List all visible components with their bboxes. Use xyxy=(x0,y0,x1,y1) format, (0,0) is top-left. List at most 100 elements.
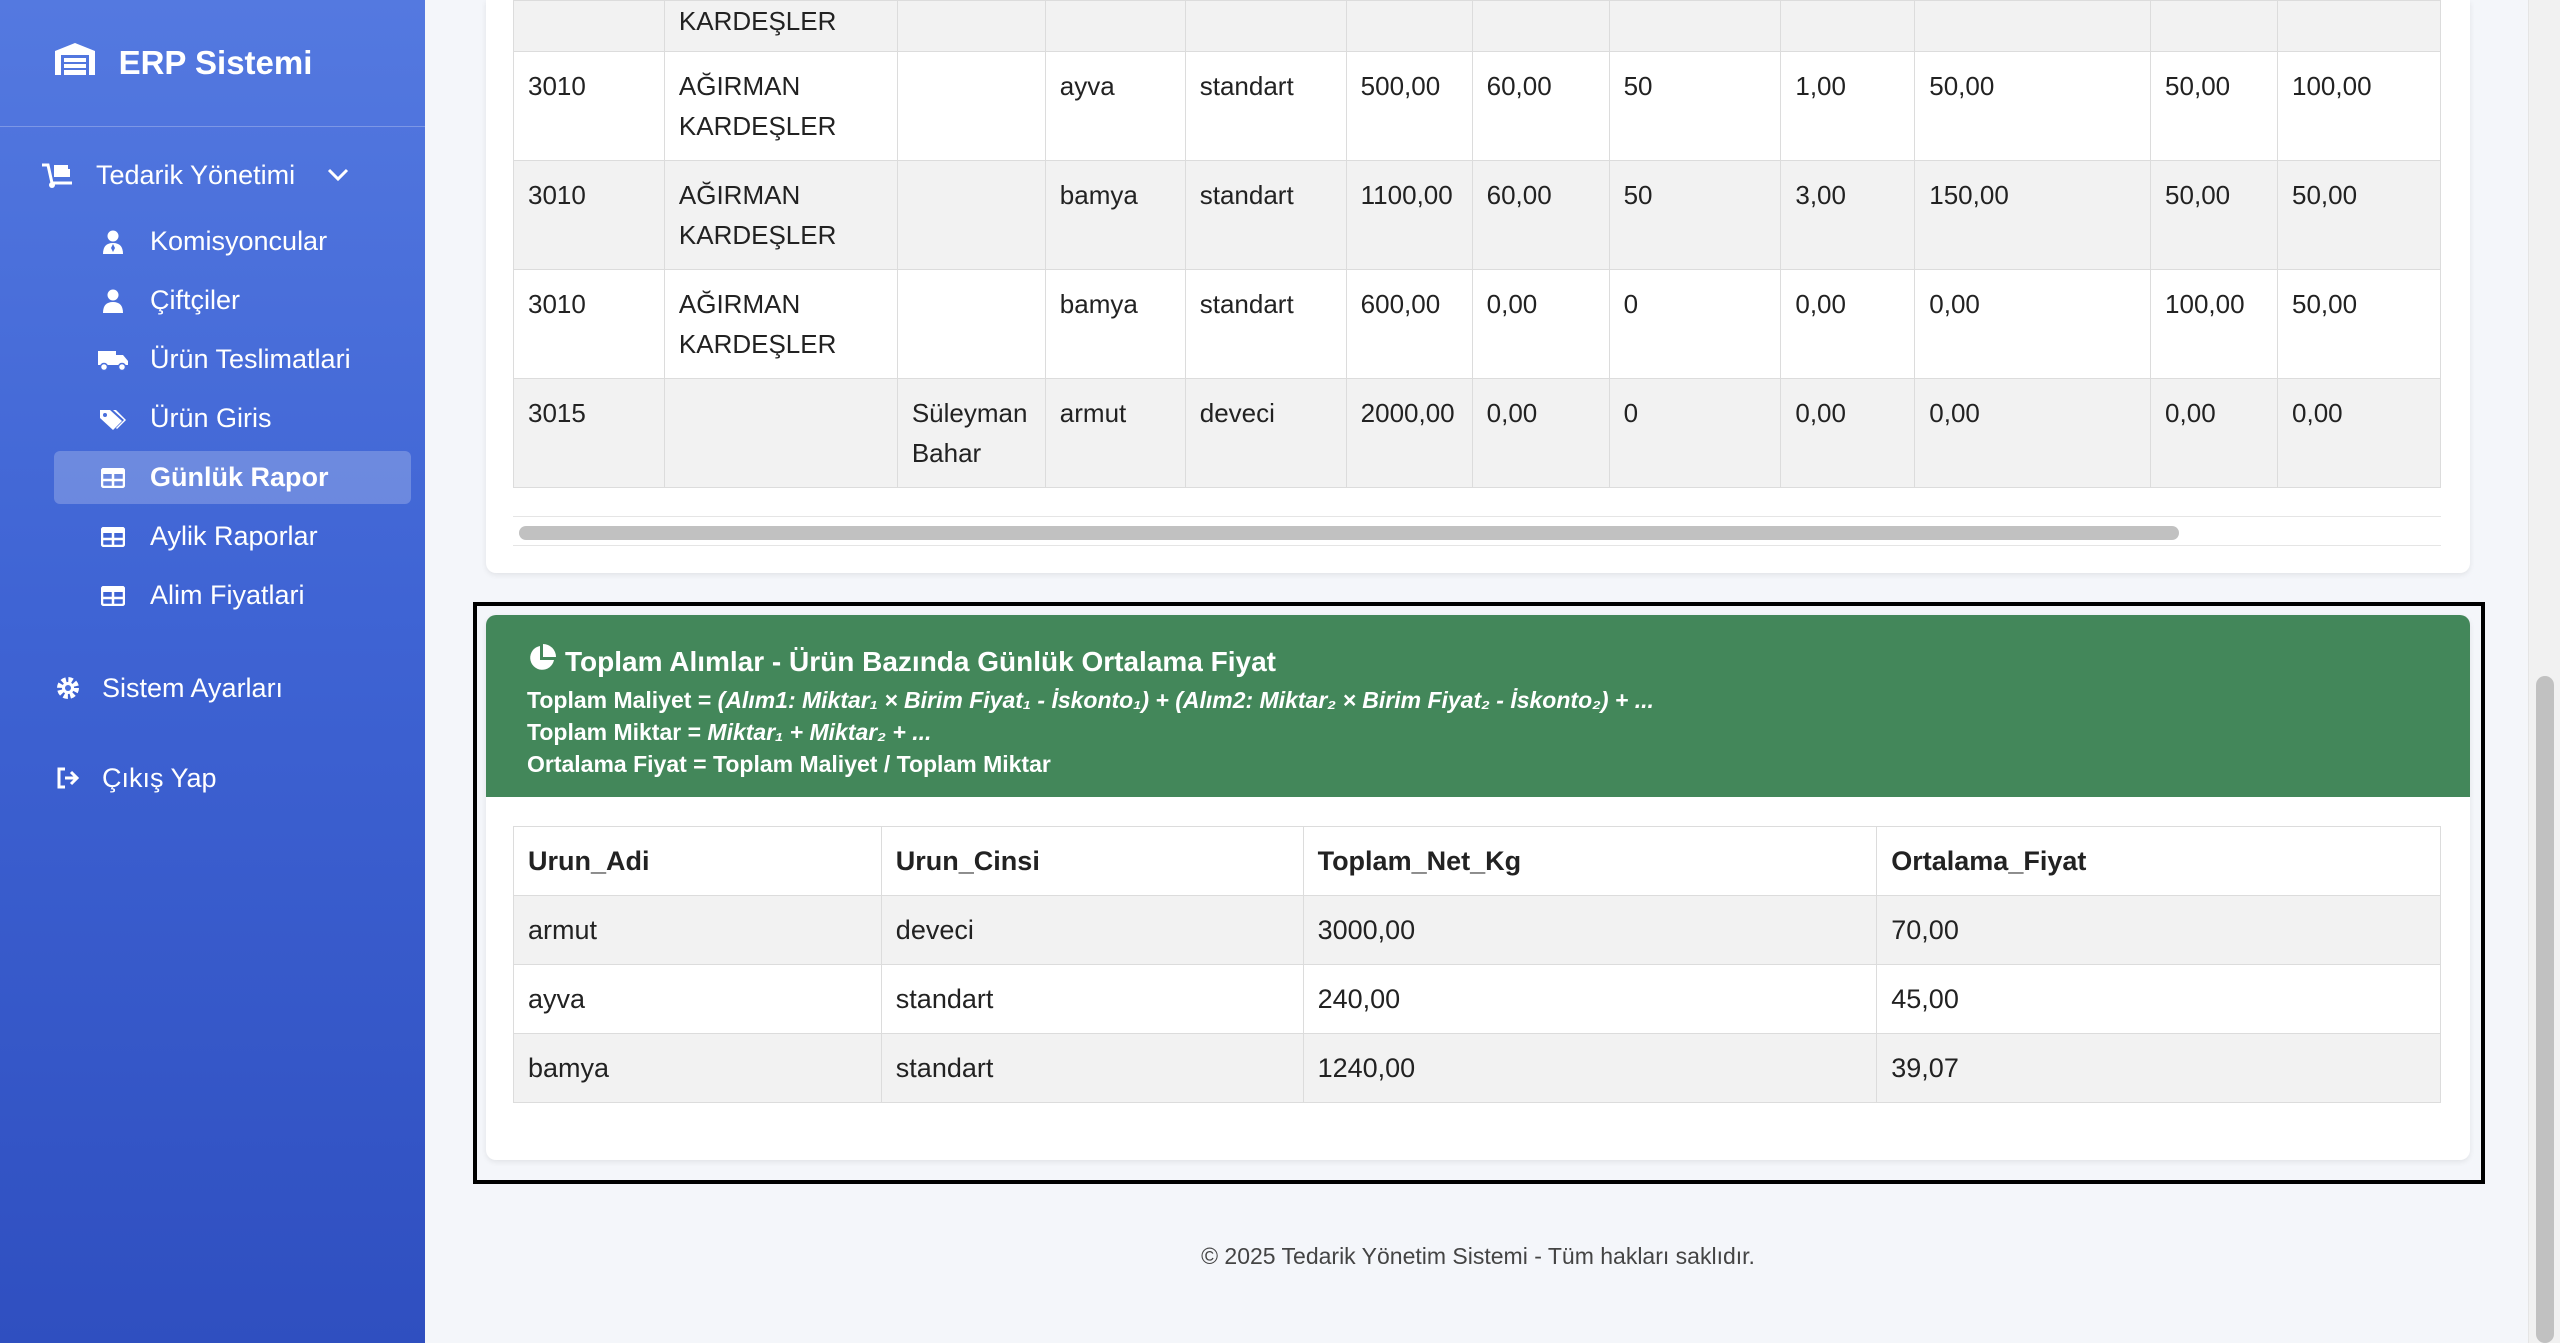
formula-line-3: Ortalama Fiyat = Toplam Maliyet / Toplam… xyxy=(527,751,1051,777)
table-cell: deveci xyxy=(880,895,1304,965)
table-cell: 150,00 xyxy=(1914,160,2152,270)
table-cell: 60,00 xyxy=(1471,51,1610,161)
table-cell: 50,00 xyxy=(2150,160,2279,270)
sidebar-item-label: Çıkış Yap xyxy=(102,762,217,793)
sidebar-submenu: Komisyoncular Çiftçiler Ürün Teslimatlar… xyxy=(0,215,425,622)
table-cell: 3010 xyxy=(513,160,665,270)
table-cell: AĞIRMAN KARDEŞLER xyxy=(663,160,898,270)
table-cell: 45,00 xyxy=(1876,964,2441,1034)
table-cell: standart xyxy=(1184,160,1347,270)
table-cell: 3,00 xyxy=(1780,160,1916,270)
table-cell: KARDEŞLER xyxy=(663,0,898,52)
table-cell: bamya xyxy=(513,1033,882,1103)
table-cell: 0,00 xyxy=(1780,378,1916,488)
detail-table: KARDEŞLER 3010 AĞIRMAN KARDEŞLER ayva standa… xyxy=(513,0,2441,488)
table-cell: 50 xyxy=(1608,51,1782,161)
sidebar-item-komisyoncular[interactable]: Komisyoncular xyxy=(54,215,411,268)
table-cell: 60,00 xyxy=(1471,160,1610,270)
column-header[interactable]: Urun_Cinsi xyxy=(880,826,1304,896)
table-cell: 50,00 xyxy=(2277,160,2441,270)
brand[interactable]: ERP Sistemi xyxy=(0,0,425,127)
column-header[interactable]: Ortalama_Fiyat xyxy=(1876,826,2441,896)
table-cell xyxy=(896,269,1046,379)
sidebar-item-cikis-yap[interactable]: Çıkış Yap xyxy=(0,748,425,808)
table-cell: 500,00 xyxy=(1345,51,1473,161)
table-cell xyxy=(1471,0,1610,52)
table-cell xyxy=(896,160,1046,270)
sidebar: ERP Sistemi Tedarik Yönetimi Komisyoncul… xyxy=(0,0,425,1343)
column-header[interactable]: Urun_Adi xyxy=(513,826,882,896)
table-cell xyxy=(896,0,1046,52)
table-cell: 240,00 xyxy=(1302,964,1878,1034)
table-cell: 50,00 xyxy=(1914,51,2152,161)
vertical-scrollbar-thumb[interactable] xyxy=(2536,676,2554,1343)
table-cell xyxy=(2277,0,2441,52)
sidebar-item-label: Komisyoncular xyxy=(150,226,328,256)
table-row: ayva standart 240,00 45,00 xyxy=(513,964,2441,1034)
table-cell: 0,00 xyxy=(1471,269,1610,379)
table-cell: 39,07 xyxy=(1876,1033,2441,1103)
table-cell: 0 xyxy=(1608,378,1782,488)
table-cell: armut xyxy=(1044,378,1186,488)
sidebar-item-aylik-raporlar[interactable]: Aylik Raporlar xyxy=(54,510,411,563)
formula-line-1: Toplam Maliyet = (Alım1: Miktar₁ × Birim… xyxy=(527,687,1654,713)
table-row: bamya standart 1240,00 39,07 xyxy=(513,1033,2441,1103)
table-row: 3015 Süleyman Bahar armut deveci 2000,00 0,00… xyxy=(513,378,2441,488)
table-cell: 3010 xyxy=(513,269,665,379)
table-cell xyxy=(1184,0,1347,52)
table-cell: ayva xyxy=(1044,51,1186,161)
warehouse-icon xyxy=(53,41,97,85)
chevron-down-icon[interactable] xyxy=(327,168,349,182)
column-header[interactable]: Toplam_Net_Kg xyxy=(1302,826,1878,896)
horizontal-scrollbar-thumb[interactable] xyxy=(519,526,2179,540)
nav-group-tedarik[interactable]: Tedarik Yönetimi xyxy=(0,135,425,215)
table-cell: 50,00 xyxy=(2150,51,2279,161)
table-cell: AĞIRMAN KARDEŞLER xyxy=(663,51,898,161)
summary-table: Urun_Adi Urun_Cinsi Toplam_Net_Kg Ortala… xyxy=(513,826,2441,1103)
table-cell: standart xyxy=(1184,269,1347,379)
sidebar-item-label: Aylik Raporlar xyxy=(150,521,318,551)
table-cell: 0,00 xyxy=(2150,378,2279,488)
sidebar-item-label: Ürün Giris xyxy=(150,403,272,433)
table-cell xyxy=(1914,0,2152,52)
table-cell: armut xyxy=(513,895,882,965)
table-cell xyxy=(1345,0,1473,52)
sidebar-item-alim-fiyatlari[interactable]: Alim Fiyatlari xyxy=(54,569,411,622)
table-cell: 70,00 xyxy=(1876,895,2441,965)
sidebar-item-ciftciler[interactable]: Çiftçiler xyxy=(54,274,411,327)
sidebar-item-label: Çiftçiler xyxy=(150,285,241,315)
table-cell: 100,00 xyxy=(2277,51,2441,161)
sidebar-item-urun-giris[interactable]: Ürün Giris xyxy=(54,392,411,445)
table-cell xyxy=(1044,0,1186,52)
summary-header: Toplam Alımlar - Ürün Bazında Günlük Ort… xyxy=(486,615,2470,797)
vertical-scrollbar[interactable] xyxy=(2528,0,2560,1343)
formula-line-2: Toplam Miktar = Miktar₁ + Miktar₂ + ... xyxy=(527,719,932,745)
table-cell: 0,00 xyxy=(1914,378,2152,488)
table-cell: deveci xyxy=(1184,378,1347,488)
gear-icon xyxy=(56,676,84,700)
sign-out-icon xyxy=(56,767,84,789)
sidebar-item-urun-teslimatlari[interactable]: Ürün Teslimatlari xyxy=(54,333,411,386)
table-row: 3010 AĞIRMAN KARDEŞLER bamya standart 1100,0… xyxy=(513,160,2441,270)
table-cell: 3000,00 xyxy=(1302,895,1878,965)
horizontal-scrollbar[interactable] xyxy=(513,516,2441,546)
table-icon xyxy=(98,467,128,488)
table-cell xyxy=(663,378,898,488)
table-row: 3010 AĞIRMAN KARDEŞLER bamya standart 600,00… xyxy=(513,269,2441,379)
summary-card: Toplam Alımlar - Ürün Bazında Günlük Ort… xyxy=(486,615,2470,1160)
table-cell: 50,00 xyxy=(2277,269,2441,379)
table-icon xyxy=(98,526,128,547)
sidebar-item-sistem-ayarlari[interactable]: Sistem Ayarları xyxy=(0,658,425,718)
table-icon xyxy=(98,585,128,606)
table-cell xyxy=(1608,0,1782,52)
table-row: KARDEŞLER xyxy=(513,0,2441,52)
user-tie-icon xyxy=(98,230,128,254)
table-cell: AĞIRMAN KARDEŞLER xyxy=(663,269,898,379)
sidebar-item-label: Alim Fiyatlari xyxy=(150,580,305,610)
table-cell: 600,00 xyxy=(1345,269,1473,379)
sidebar-item-label: Sistem Ayarları xyxy=(102,672,284,703)
table-cell: 1,00 xyxy=(1780,51,1916,161)
table-cell: 1240,00 xyxy=(1302,1033,1878,1103)
sidebar-item-gunluk-rapor[interactable]: Günlük Rapor xyxy=(54,451,411,504)
table-cell: 0,00 xyxy=(1914,269,2152,379)
